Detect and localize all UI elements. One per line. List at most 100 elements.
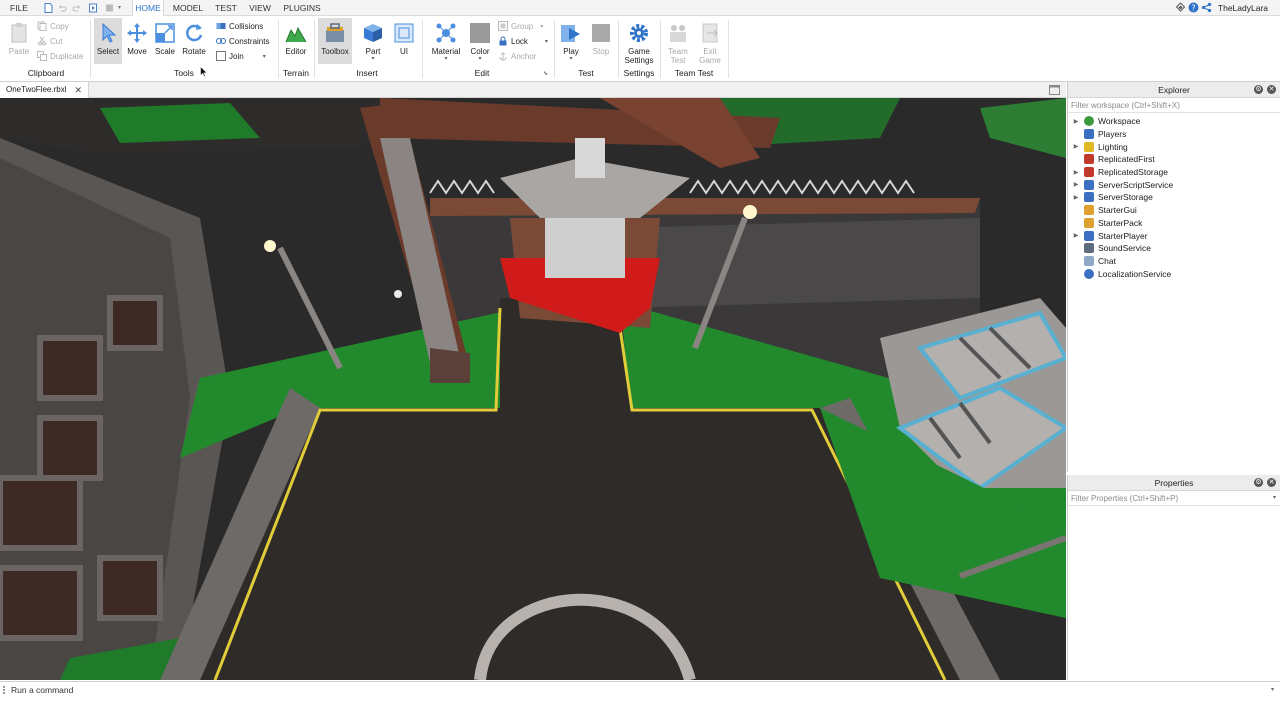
play-button[interactable]: Play ▾ — [558, 22, 584, 62]
expand-arrow-icon[interactable]: ▶ — [1068, 118, 1084, 125]
ui-button[interactable]: UI — [392, 22, 416, 56]
copy-label: Copy — [50, 21, 69, 31]
explorer-item-serverstorage[interactable]: ▶ ServerStorage — [1068, 191, 1280, 204]
constraints-icon — [216, 38, 226, 44]
insert-group-label: Insert — [356, 68, 378, 78]
status-area — [0, 697, 1280, 720]
tab-test[interactable]: TEST — [212, 0, 240, 16]
explorer-item-localizationservice[interactable]: LocalizationService — [1068, 267, 1280, 280]
explorer-item-starterpack[interactable]: StarterPack — [1068, 217, 1280, 230]
duplicate-button[interactable]: Duplicate — [37, 49, 83, 63]
group-divider — [422, 20, 423, 78]
svg-text:?: ? — [1191, 3, 1195, 12]
command-bar-grip-icon[interactable] — [3, 686, 5, 694]
copy-button[interactable]: Copy — [37, 19, 69, 33]
explorer-item-starterplayer[interactable]: ▶ StarterPlayer — [1068, 229, 1280, 242]
rotate-button[interactable]: Rotate — [180, 22, 208, 56]
explorer-item-soundservice[interactable]: SoundService — [1068, 242, 1280, 255]
maximize-viewport-icon[interactable] — [1049, 85, 1060, 95]
explorer-settings-icon[interactable]: ⚙ — [1254, 85, 1263, 94]
join-checkbox-box[interactable] — [216, 51, 226, 61]
replicatedstorage-icon — [1084, 167, 1094, 178]
user-name[interactable]: TheLadyLara — [1218, 0, 1268, 16]
lock-button[interactable]: Lock ▾ — [498, 34, 548, 48]
edit-expand-icon[interactable]: ⬊ — [543, 70, 548, 77]
game-settings-button[interactable]: Game Settings — [622, 22, 656, 65]
new-file-icon[interactable] — [44, 3, 53, 13]
help-icon[interactable]: ? — [1188, 2, 1199, 13]
cut-button[interactable]: Cut — [37, 34, 62, 48]
join-dropdown-icon[interactable]: ▾ — [263, 53, 266, 60]
command-history-dropdown-icon[interactable]: ▾ — [1271, 687, 1274, 693]
properties-filter-dropdown-icon[interactable]: ▾ — [1273, 491, 1276, 506]
expand-arrow-icon[interactable]: ▶ — [1068, 181, 1084, 188]
anchor-button[interactable]: Anchor — [498, 49, 536, 63]
group-button[interactable]: Group ▾ — [498, 19, 543, 33]
file-menu[interactable]: FILE — [6, 0, 32, 16]
move-arrows-icon — [127, 23, 147, 43]
play-quick-icon[interactable] — [89, 3, 98, 13]
team-test-button[interactable]: Team Test — [664, 22, 692, 65]
explorer-item-startergui[interactable]: StarterGui — [1068, 204, 1280, 217]
collisions-button[interactable]: Collisions — [216, 19, 263, 33]
toolbox-button[interactable]: Toolbox — [318, 18, 352, 64]
part-dropdown-icon[interactable]: ▾ — [360, 56, 386, 62]
color-label: Color — [470, 47, 490, 56]
stop-quick-icon[interactable] — [105, 3, 114, 13]
color-dropdown-icon[interactable]: ▾ — [468, 56, 492, 62]
terrain-editor-button[interactable]: Editor — [282, 22, 310, 56]
3d-viewport[interactable] — [0, 98, 1066, 680]
explorer-item-lighting[interactable]: ▶ Lighting — [1068, 140, 1280, 153]
explorer-item-serverscriptservice[interactable]: ▶ ServerScriptService — [1068, 178, 1280, 191]
explorer-item-workspace[interactable]: ▶ Workspace — [1068, 115, 1280, 128]
explorer-item-chat[interactable]: Chat — [1068, 255, 1280, 268]
document-tab[interactable]: OneTwoFlee.rbxl ✕ — [0, 82, 90, 98]
workspace-icon — [1084, 116, 1094, 127]
players-icon — [1084, 129, 1094, 140]
tab-plugins[interactable]: PLUGINS — [280, 0, 324, 16]
tab-model[interactable]: MODEL — [170, 0, 206, 16]
part-button[interactable]: Part ▾ — [360, 22, 386, 62]
material-button[interactable]: Material ▾ — [428, 22, 464, 62]
properties-filter-input[interactable]: Filter Properties (Ctrl+Shift+P) ▾ — [1068, 491, 1280, 506]
tab-view[interactable]: VIEW — [246, 0, 274, 16]
redo-icon[interactable] — [72, 3, 81, 13]
exit-game-button[interactable]: Exit Game — [696, 22, 724, 65]
constraints-button[interactable]: Constraints — [216, 34, 269, 48]
serverstorage-icon — [1084, 192, 1094, 203]
explorer-item-replicatedstorage[interactable]: ▶ ReplicatedStorage — [1068, 166, 1280, 179]
explorer-item-label: Players — [1098, 129, 1127, 140]
group-divider — [660, 20, 661, 78]
expand-arrow-icon[interactable]: ▶ — [1068, 143, 1084, 150]
explorer-header: Explorer ⚙ ✕ — [1068, 82, 1280, 98]
share-icon[interactable] — [1201, 2, 1212, 13]
terrain-group-label: Terrain — [283, 68, 309, 78]
scale-button[interactable]: Scale — [152, 22, 178, 56]
explorer-close-icon[interactable]: ✕ — [1267, 85, 1276, 94]
quick-access-dropdown-icon[interactable]: ▾ — [118, 4, 121, 11]
explorer-filter-input[interactable]: Filter workspace (Ctrl+Shift+X) — [1068, 98, 1280, 113]
close-tab-icon[interactable]: ✕ — [74, 82, 82, 98]
join-checkbox[interactable]: Join ▾ — [216, 49, 266, 63]
group-label: Group — [511, 21, 534, 31]
undo-icon[interactable] — [58, 3, 67, 13]
material-dropdown-icon[interactable]: ▾ — [428, 56, 464, 62]
tab-home[interactable]: HOME — [132, 0, 164, 17]
play-dropdown-icon[interactable]: ▾ — [558, 56, 584, 62]
properties-settings-icon[interactable]: ⚙ — [1254, 478, 1263, 487]
explorer-item-players[interactable]: Players — [1068, 128, 1280, 141]
command-input[interactable]: Run a command — [11, 682, 73, 698]
move-button[interactable]: Move — [124, 22, 150, 56]
lock-dropdown-icon[interactable]: ▾ — [545, 38, 548, 45]
properties-close-icon[interactable]: ✕ — [1267, 478, 1276, 487]
paste-button[interactable]: Paste — [4, 22, 34, 56]
color-button[interactable]: Color ▾ — [468, 22, 492, 62]
notifications-icon[interactable] — [1175, 2, 1186, 13]
stop-button[interactable]: Stop — [588, 22, 614, 56]
expand-arrow-icon[interactable]: ▶ — [1068, 169, 1084, 176]
explorer-item-replicatedfirst[interactable]: ReplicatedFirst — [1068, 153, 1280, 166]
expand-arrow-icon[interactable]: ▶ — [1068, 232, 1084, 239]
select-button[interactable]: Select — [94, 18, 122, 64]
group-dropdown-icon[interactable]: ▾ — [540, 23, 543, 30]
expand-arrow-icon[interactable]: ▶ — [1068, 194, 1084, 201]
